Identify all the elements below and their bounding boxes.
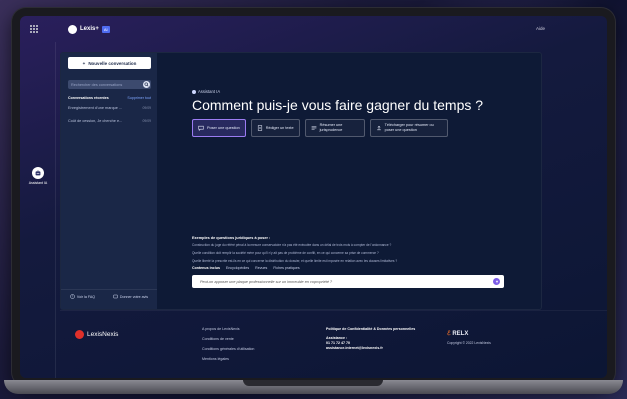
document-icon bbox=[257, 125, 262, 131]
search-icon bbox=[144, 82, 149, 87]
rail-assistant-label: Assistant IA bbox=[28, 181, 48, 185]
recent-conversations-title: Conversations récentes bbox=[68, 96, 109, 100]
assistant-app: + Nouvelle conversation Conversations ré… bbox=[60, 52, 542, 310]
example-question[interactable]: Construction du juge du référé pénal à l… bbox=[192, 243, 532, 247]
lexisnexis-logo[interactable]: LexisNexis bbox=[75, 330, 118, 339]
laptop-notch bbox=[243, 380, 383, 386]
conversation-item[interactable]: Coût de cession, Je cherche e... 09/09 bbox=[68, 118, 151, 124]
screen: Lexis+ AI Aide Assistant IA + Nouvelle c… bbox=[20, 16, 607, 378]
assistant-tag-label: Assistant IA bbox=[198, 89, 221, 94]
left-rail: Assistant IA bbox=[20, 42, 56, 378]
plus-icon: + bbox=[82, 60, 86, 66]
action-label: Rédiger un texte bbox=[265, 125, 294, 130]
conversation-date: 09/09 bbox=[142, 119, 152, 123]
help-link[interactable]: Aide bbox=[536, 26, 545, 31]
footer-link[interactable]: Conditions de vente bbox=[202, 337, 254, 341]
summary-icon bbox=[311, 126, 316, 130]
logo-circle-icon bbox=[68, 24, 77, 34]
upload-document-button[interactable]: Télécharger pour résumer ou poser une qu… bbox=[369, 119, 448, 137]
chip-included-content[interactable]: Contenus inclus bbox=[192, 266, 220, 270]
lexisnexis-emblem-icon bbox=[75, 330, 84, 339]
assistant-dot-icon bbox=[192, 89, 196, 94]
example-questions: Exemples de questions juridiques à poser… bbox=[192, 236, 532, 267]
conversation-title: Enregistrement d'une marque ... bbox=[68, 106, 123, 110]
footer-link[interactable]: Conditions générales d'utilisation bbox=[202, 347, 254, 351]
ask-question-button[interactable]: Poser une question bbox=[192, 119, 246, 137]
main-panel: Assistant IA Comment puis-je vous faire … bbox=[157, 53, 541, 309]
footer-contact: Politique de Confidentialité & Données p… bbox=[326, 327, 426, 351]
footer-divider bbox=[60, 310, 607, 311]
footer-links: A propos de LexisNexis Conditions de ven… bbox=[202, 327, 254, 367]
help-circle-icon: ? bbox=[70, 294, 75, 299]
copyright: Copyright © 2022 LexisNexis bbox=[447, 341, 491, 345]
apps-grid-icon[interactable] bbox=[30, 25, 38, 33]
prompt-input[interactable] bbox=[200, 278, 480, 285]
search-input[interactable] bbox=[71, 81, 139, 88]
site-footer: LexisNexis A propos de LexisNexis Condit… bbox=[60, 314, 600, 378]
lexis-logo[interactable]: Lexis+ AI bbox=[68, 23, 110, 35]
relx-name: RELX bbox=[452, 331, 469, 337]
assistant-tag: Assistant IA bbox=[192, 89, 220, 94]
brand-name: Lexis+ bbox=[80, 26, 99, 32]
prompt-box bbox=[192, 275, 504, 288]
faq-link[interactable]: ? Voir la FAQ bbox=[70, 294, 95, 299]
page-title: Comment puis-je vous faire gagner du tem… bbox=[192, 97, 484, 113]
lexisnexis-name: LexisNexis bbox=[87, 331, 119, 338]
recent-conversations-header: Conversations récentes Supprimer tout bbox=[68, 95, 151, 101]
draft-text-button[interactable]: Rédiger un texte bbox=[250, 119, 300, 137]
new-conversation-label: Nouvelle conversation bbox=[88, 60, 137, 66]
upload-icon bbox=[376, 125, 381, 131]
top-bar: Lexis+ AI Aide bbox=[20, 16, 607, 42]
summarize-caselaw-button[interactable]: Résumer une jurisprudence bbox=[304, 119, 365, 137]
rail-assistant-button[interactable]: Assistant IA bbox=[26, 167, 50, 197]
chip-encyclopedias[interactable]: Encyclopédies bbox=[226, 266, 249, 270]
action-label: Poser une question bbox=[207, 125, 240, 130]
examples-title: Exemples de questions juridiques à poser… bbox=[192, 236, 271, 240]
footer-link[interactable]: Mentions légales bbox=[202, 357, 254, 361]
assistance-label: Assistance : bbox=[326, 336, 348, 340]
send-button[interactable] bbox=[493, 278, 500, 285]
assistance-email[interactable]: assistance.internet@lexisnexis.fr bbox=[326, 346, 426, 350]
example-question[interactable]: Quelle condition doit remplir la société… bbox=[192, 251, 532, 255]
conversation-item[interactable]: Enregistrement d'une marque ... 09/09 bbox=[68, 105, 151, 111]
quick-actions: Poser une question Rédiger un texte Résu… bbox=[192, 119, 448, 137]
feedback-icon bbox=[113, 294, 118, 299]
assistance-phone: 01 71 72 47 70 bbox=[326, 341, 350, 345]
action-label: Télécharger pour résumer ou poser une qu… bbox=[384, 123, 434, 132]
new-conversation-button[interactable]: + Nouvelle conversation bbox=[68, 57, 151, 69]
conversation-date: 09/09 bbox=[142, 106, 152, 110]
chat-icon bbox=[198, 125, 204, 131]
relx-logo: ℰ RELX bbox=[447, 330, 468, 337]
delete-all-link[interactable]: Supprimer tout bbox=[127, 96, 151, 100]
chip-practical-sheets[interactable]: Fiches pratiques bbox=[273, 266, 299, 270]
send-arrow-icon bbox=[495, 279, 498, 283]
search-box bbox=[68, 80, 151, 89]
conversation-title: Coût de cession, Je cherche e... bbox=[68, 119, 123, 123]
example-question[interactable]: Quelle liberté la prescrite est-ils en c… bbox=[192, 259, 532, 263]
search-button[interactable] bbox=[143, 81, 150, 88]
conversation-sidebar: + Nouvelle conversation Conversations ré… bbox=[61, 53, 157, 309]
footer-link[interactable]: A propos de LexisNexis bbox=[202, 327, 254, 331]
content-filters: Contenus inclus Encyclopédies Revues Fic… bbox=[192, 266, 300, 270]
faq-label: Voir la FAQ bbox=[76, 294, 96, 299]
assistant-icon bbox=[32, 167, 44, 179]
sidebar-footer: ? Voir la FAQ Donner votre avis bbox=[61, 289, 157, 303]
feedback-label: Donner votre avis bbox=[119, 294, 149, 299]
action-label: Résumer une jurisprudence bbox=[319, 123, 343, 132]
chip-journals[interactable]: Revues bbox=[255, 266, 267, 270]
privacy-link[interactable]: Politique de Confidentialité & Données p… bbox=[326, 327, 426, 331]
feedback-link[interactable]: Donner votre avis bbox=[113, 294, 148, 299]
brand-badge: AI bbox=[101, 25, 110, 33]
